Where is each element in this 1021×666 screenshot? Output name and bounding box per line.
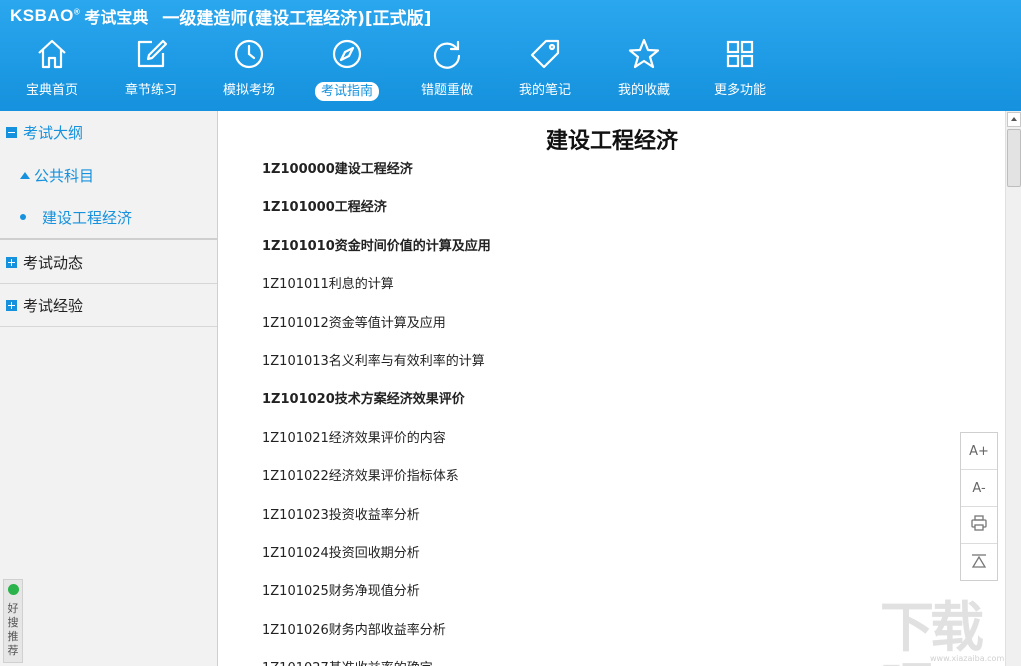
printer-icon bbox=[970, 514, 988, 536]
collapse-icon bbox=[6, 126, 17, 138]
star-icon bbox=[627, 37, 661, 71]
grid-icon bbox=[723, 37, 757, 71]
tag-icon bbox=[528, 37, 562, 71]
outline-line: 1Z101024投资回收期分析 bbox=[262, 546, 420, 561]
expand-icon bbox=[6, 256, 17, 268]
app-title: 一级建造师(建设工程经济)[正式版] bbox=[162, 8, 432, 29]
nav-home[interactable]: 宝典首页 bbox=[7, 34, 97, 106]
sidebar-label: 考试大纲 bbox=[23, 123, 84, 142]
sidebar: 考试大纲 公共科目 建设工程经济 考试动态 考试经验 bbox=[0, 111, 218, 666]
ksbao-logo: KSBAO® bbox=[10, 6, 81, 25]
logo-chinese: 考试宝典 bbox=[84, 8, 149, 27]
outline-line: 1Z101012资金等值计算及应用 bbox=[262, 316, 446, 331]
outline-line: 1Z101027基准收益率的确定 bbox=[262, 657, 433, 666]
clock-icon bbox=[232, 37, 266, 71]
divider bbox=[0, 238, 217, 240]
nav-wrong-redo[interactable]: 错题重做 bbox=[402, 34, 492, 106]
content-pane: 建设工程经济 1Z100000建设工程经济 1Z101000工程经济 1Z101… bbox=[219, 111, 1005, 666]
sidebar-label: 建设工程经济 bbox=[42, 208, 133, 227]
triangle-up-icon bbox=[20, 171, 30, 179]
vertical-scrollbar[interactable] bbox=[1005, 111, 1021, 666]
back-to-top-icon bbox=[970, 552, 988, 574]
nav-label: 章节练习 bbox=[124, 83, 177, 98]
scroll-up-icon[interactable] bbox=[1007, 112, 1021, 127]
haosou-recommend-widget[interactable]: 好搜推荐 bbox=[3, 579, 23, 663]
nav-my-favorites[interactable]: 我的收藏 bbox=[599, 34, 689, 106]
edit-icon bbox=[134, 37, 168, 71]
nav-my-notes[interactable]: 我的笔记 bbox=[500, 34, 590, 106]
document-title: 建设工程经济 bbox=[545, 129, 678, 154]
outline-line: 1Z101000工程经济 bbox=[262, 200, 387, 215]
floating-toolbar: A+ A- bbox=[960, 432, 998, 581]
app-header: KSBAO® 考试宝典 一级建造师(建设工程经济)[正式版] 宝典首页 章节练习… bbox=[0, 0, 1021, 111]
nav-label: 错题重做 bbox=[420, 83, 473, 98]
nav-label: 我的收藏 bbox=[617, 83, 670, 98]
font-decrease-button[interactable]: A- bbox=[961, 470, 997, 507]
divider bbox=[0, 326, 217, 327]
compass-icon bbox=[330, 37, 364, 71]
sidebar-section-exam-outline[interactable]: 考试大纲 bbox=[0, 121, 217, 143]
title-bar: KSBAO® 考试宝典 一级建造师(建设工程经济)[正式版] bbox=[10, 5, 432, 29]
outline-line: 1Z101013名义利率与有效利率的计算 bbox=[262, 354, 485, 369]
outline-line: 1Z101026财务内部收益率分析 bbox=[262, 623, 446, 638]
scroll-thumb[interactable] bbox=[1007, 129, 1021, 187]
nav-label: 我的笔记 bbox=[518, 83, 571, 98]
sidebar-label: 考试动态 bbox=[23, 253, 84, 272]
nav-label: 更多功能 bbox=[713, 83, 766, 98]
xiazaiba-watermark: 下载吧 bbox=[880, 596, 984, 666]
outline-line: 1Z101010资金时间价值的计算及应用 bbox=[262, 239, 491, 254]
sidebar-section-exam-news[interactable]: 考试动态 bbox=[0, 251, 217, 273]
haosou-dot-icon bbox=[8, 584, 19, 595]
outline-line: 1Z101021经济效果评价的内容 bbox=[262, 431, 446, 446]
font-increase-button[interactable]: A+ bbox=[961, 433, 997, 470]
nav-more-functions[interactable]: 更多功能 bbox=[695, 34, 785, 106]
nav-label: 模拟考场 bbox=[222, 83, 275, 98]
nav-label: 宝典首页 bbox=[25, 83, 78, 98]
print-button[interactable] bbox=[961, 507, 997, 544]
refresh-icon bbox=[430, 37, 464, 71]
outline-line: 1Z100000建设工程经济 bbox=[262, 162, 413, 177]
watermark-url: www.xiazaiba.com bbox=[930, 654, 1005, 663]
outline-line: 1Z101025财务净现值分析 bbox=[262, 584, 420, 599]
nav-label-active: 考试指南 bbox=[314, 82, 380, 101]
expand-icon bbox=[6, 299, 17, 311]
home-icon bbox=[35, 37, 69, 71]
back-to-top-button[interactable] bbox=[961, 544, 997, 581]
nav-chapter-practice[interactable]: 章节练习 bbox=[106, 34, 196, 106]
sidebar-section-exam-experience[interactable]: 考试经验 bbox=[0, 294, 217, 316]
outline-line: 1Z101020技术方案经济效果评价 bbox=[262, 392, 465, 407]
sidebar-item-construction-economics[interactable]: 建设工程经济 bbox=[0, 206, 217, 228]
sidebar-item-public-subjects[interactable]: 公共科目 bbox=[0, 164, 217, 186]
nav-mock-exam[interactable]: 模拟考场 bbox=[204, 34, 294, 106]
bullet-icon bbox=[20, 214, 26, 220]
outline-line: 1Z101023投资收益率分析 bbox=[262, 508, 420, 523]
outline-line: 1Z101011利息的计算 bbox=[262, 277, 394, 292]
divider bbox=[0, 283, 217, 284]
outline-line: 1Z101022经济效果评价指标体系 bbox=[262, 469, 459, 484]
sidebar-label: 公共科目 bbox=[34, 166, 95, 185]
haosou-label: 好搜推荐 bbox=[7, 602, 19, 657]
nav-exam-guide[interactable]: 考试指南 bbox=[302, 34, 392, 106]
sidebar-label: 考试经验 bbox=[23, 296, 84, 315]
